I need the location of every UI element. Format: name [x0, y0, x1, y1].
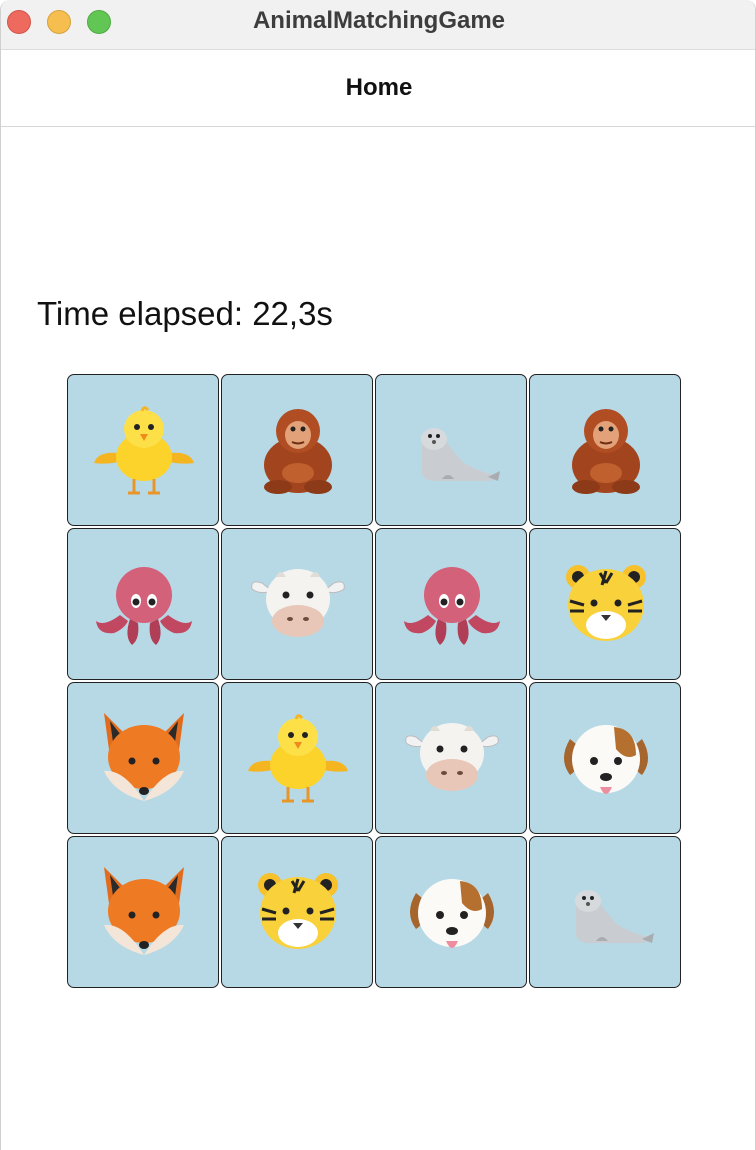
card-dog[interactable] [375, 836, 527, 988]
window-title: AnimalMatchingGame [252, 7, 506, 34]
card-fox[interactable] [67, 836, 219, 988]
app-window: AnimalMatchingGame Home Time elapsed: 22… [0, 0, 756, 1150]
card-cow[interactable] [221, 528, 373, 680]
card-octopus[interactable] [375, 528, 527, 680]
card-tiger[interactable] [529, 528, 681, 680]
time-elapsed-label: Time elapsed: 22,3s [37, 295, 333, 332]
card-fox[interactable] [67, 682, 219, 834]
navigation-bar: Home [1, 50, 755, 127]
nav-title: Home [345, 74, 413, 101]
card-chick[interactable] [221, 682, 373, 834]
card-seal[interactable] [529, 836, 681, 988]
card-grid [67, 374, 683, 990]
card-tiger[interactable] [221, 836, 373, 988]
card-cow[interactable] [375, 682, 527, 834]
card-orangutan[interactable] [529, 374, 681, 526]
card-orangutan[interactable] [221, 374, 373, 526]
card-chick[interactable] [67, 374, 219, 526]
title-bar: AnimalMatchingGame [1, 0, 755, 50]
card-octopus[interactable] [67, 528, 219, 680]
card-dog[interactable] [529, 682, 681, 834]
card-seal[interactable] [375, 374, 527, 526]
